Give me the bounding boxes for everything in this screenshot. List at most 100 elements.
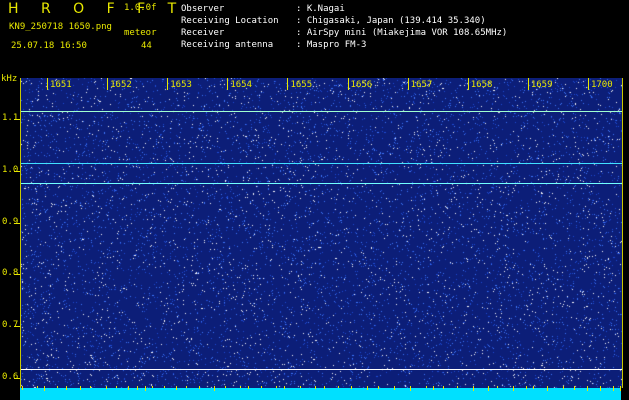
y-tick-mark <box>14 274 20 276</box>
header-panel: H R O F F T 1.0.0f KN9_250718 1650.png 2… <box>0 0 629 75</box>
spike-mark <box>276 386 277 388</box>
location-label: Receiving Location <box>181 16 279 26</box>
x-tick-mark <box>527 78 529 90</box>
spike-mark <box>261 386 262 388</box>
filename-label: KN9_250718 1650.png <box>9 22 112 32</box>
x-tick-label: 1656 <box>350 80 373 90</box>
x-tick-mark <box>287 78 289 90</box>
meteor-count: 44 <box>141 41 152 51</box>
spike-mark <box>186 386 187 388</box>
spike-mark <box>488 386 489 391</box>
spike-mark <box>426 386 427 388</box>
x-tick-mark <box>47 78 49 90</box>
x-tick-mark <box>347 78 349 90</box>
x-tick-label: 1652 <box>110 80 132 90</box>
x-tick-mark <box>467 78 469 90</box>
y-tick-mark <box>14 119 20 121</box>
spike-mark <box>620 386 621 391</box>
spike-mark <box>225 386 226 388</box>
spike-mark <box>152 386 153 388</box>
spike-mark <box>443 386 444 389</box>
spike-mark <box>533 386 534 389</box>
spike-mark <box>176 386 177 390</box>
spike-mark <box>145 386 146 391</box>
spike-mark <box>410 386 411 391</box>
spike-mark <box>457 386 458 388</box>
y-tick-label: 0.8 <box>2 268 19 279</box>
spike-mark <box>284 386 285 389</box>
x-tick-label: 1654 <box>230 80 253 90</box>
spike-mark <box>378 386 379 389</box>
x-tick-label: 1657 <box>410 80 433 90</box>
x-tick-mark <box>587 78 589 90</box>
spike-mark <box>128 386 129 390</box>
location-value: : Chigasaki, Japan (139.414 35.340) <box>296 16 486 26</box>
bottom-spikes <box>22 386 621 391</box>
y-tick-label: 0.6 <box>2 371 19 382</box>
observer-label: Observer <box>181 4 225 14</box>
signal-line <box>21 182 622 184</box>
spike-mark <box>563 386 564 389</box>
datetime-label: 25.07.18 16:50 <box>11 41 87 51</box>
spike-mark <box>497 386 498 388</box>
spike-mark <box>315 386 316 389</box>
x-tick-label: 1651 <box>50 80 72 90</box>
receiver-label: Receiver <box>181 28 225 38</box>
signal-line <box>21 162 622 164</box>
spike-mark <box>324 386 325 389</box>
spike-mark <box>547 386 548 391</box>
spike-mark <box>137 386 138 390</box>
x-tick-label: 1659 <box>530 80 553 90</box>
y-tick-label: 1.1 <box>2 113 19 124</box>
spike-mark <box>214 386 215 391</box>
spike-mark <box>526 386 527 389</box>
y-tick-label: 0.7 <box>2 320 19 330</box>
x-tick-label: 1700 <box>590 80 613 90</box>
y-tick-mark <box>14 326 20 327</box>
y-tick-mark <box>14 377 20 379</box>
spike-mark <box>351 386 352 389</box>
spike-mark <box>199 386 200 389</box>
spike-mark <box>600 386 601 391</box>
app-title: H R O F F T <box>8 1 186 17</box>
spike-mark <box>57 386 58 388</box>
noise-canvas <box>21 78 622 388</box>
x-tick-mark <box>227 78 229 90</box>
spike-mark <box>22 386 23 390</box>
antenna-label: Receiving antenna <box>181 40 274 50</box>
spike-mark <box>300 386 301 388</box>
x-tick-label: 1653 <box>170 80 192 90</box>
spike-mark <box>106 386 107 389</box>
spike-mark <box>574 386 575 390</box>
meteor-label: meteor <box>124 28 157 38</box>
x-tick-label: 1655 <box>290 80 313 90</box>
spike-mark <box>248 386 249 389</box>
spike-mark <box>513 386 514 391</box>
y-tick-label: 0.9 <box>2 216 19 227</box>
receiver-value: : AirSpy mini (Miakejima VOR 108.65MHz) <box>296 28 508 38</box>
y-axis-unit: kHz <box>1 74 18 84</box>
x-tick-mark <box>407 78 409 90</box>
spike-mark <box>44 386 45 391</box>
spike-mark <box>164 386 165 388</box>
x-tick-mark <box>107 78 109 90</box>
observer-value: : K.Nagai <box>296 4 345 14</box>
spike-mark <box>80 386 81 390</box>
signal-line <box>21 368 622 370</box>
spike-mark <box>37 386 38 388</box>
signal-line <box>21 110 622 112</box>
spike-mark <box>116 386 117 388</box>
y-tick-mark <box>14 222 20 224</box>
spike-mark <box>66 386 67 390</box>
spike-mark <box>240 386 241 388</box>
y-tick-mark <box>14 171 20 172</box>
spike-mark <box>367 386 368 390</box>
spectrogram-plot <box>20 78 623 388</box>
spike-mark <box>338 386 339 388</box>
spike-mark <box>433 386 434 390</box>
x-tick-mark <box>167 78 169 90</box>
y-tick-label: 1.0 <box>2 165 19 175</box>
version-label: 1.0.0f <box>124 3 157 13</box>
spike-mark <box>613 386 614 391</box>
antenna-value: : Maspro FM-3 <box>296 40 367 50</box>
